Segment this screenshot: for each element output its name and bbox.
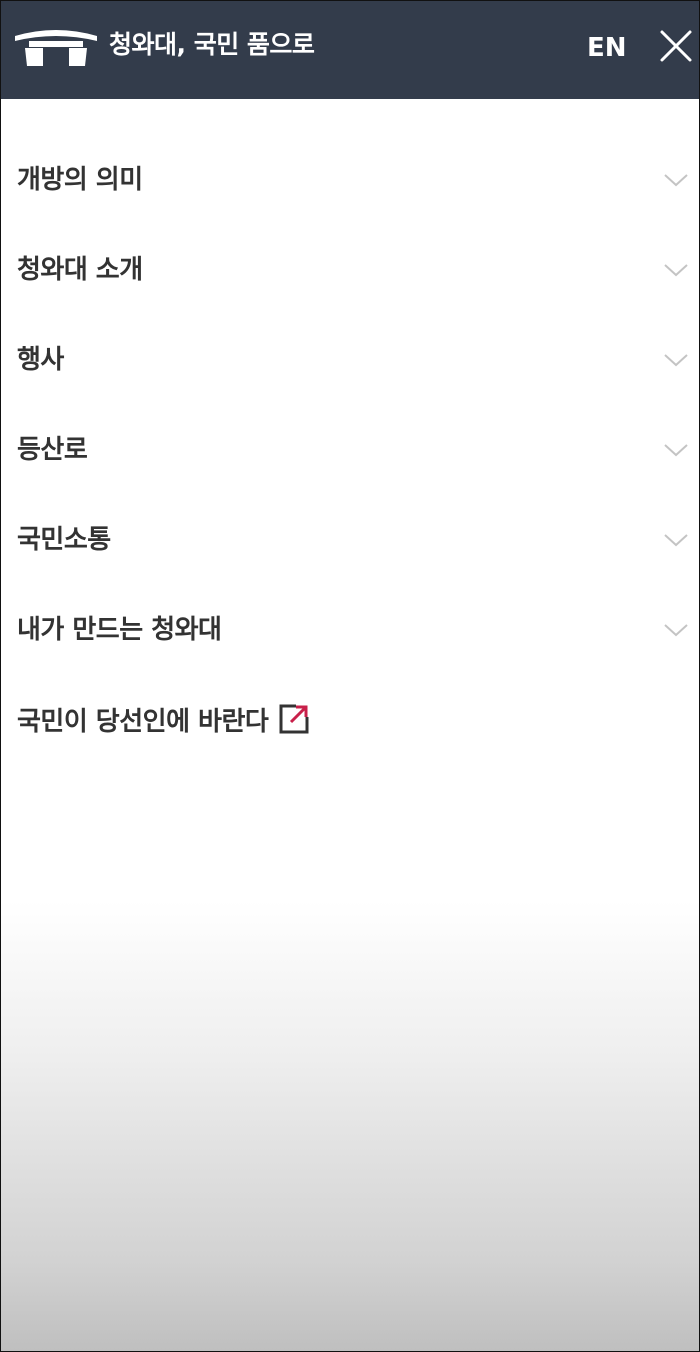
language-toggle-button[interactable]: EN xyxy=(587,32,627,64)
menu-screen: 청와대, 국민 품으로 EN 개방의 의미 청와대 소개 행사 등산로 국민소통… xyxy=(0,0,700,1352)
menu-item-label: 국민소통 xyxy=(17,525,111,555)
menu-item-label-with-icon: 국민이 당선인에 바란다 xyxy=(17,703,310,739)
menu-item-label: 국민이 당선인에 바란다 xyxy=(17,707,269,737)
menu-item-label: 청와대 소개 xyxy=(17,255,143,285)
menu-item-label: 등산로 xyxy=(17,435,88,465)
chevron-down-icon[interactable] xyxy=(663,442,689,458)
menu-item-hiking-trail[interactable]: 등산로 xyxy=(1,407,699,497)
gate-logo-icon[interactable] xyxy=(13,26,99,68)
menu-item-label: 개방의 의미 xyxy=(17,165,143,195)
menu-item-my-cheongwadae[interactable]: 내가 만드는 청와대 xyxy=(1,587,699,677)
external-link-icon[interactable] xyxy=(278,703,310,735)
chevron-down-icon[interactable] xyxy=(663,262,689,278)
menu-item-introduction[interactable]: 청와대 소개 xyxy=(1,227,699,317)
chevron-down-icon[interactable] xyxy=(663,532,689,548)
close-icon[interactable] xyxy=(659,29,693,63)
menu-item-wishes-link[interactable]: 국민이 당선인에 바란다 xyxy=(1,677,699,767)
menu-item-events[interactable]: 행사 xyxy=(1,317,699,407)
menu-item-label: 내가 만드는 청와대 xyxy=(17,615,222,645)
chevron-down-icon[interactable] xyxy=(663,172,689,188)
header-bar: 청와대, 국민 품으로 EN xyxy=(1,1,699,99)
main-menu: 개방의 의미 청와대 소개 행사 등산로 국민소통 내가 만드는 청와대 국민이… xyxy=(1,137,699,767)
chevron-down-icon[interactable] xyxy=(663,352,689,368)
menu-item-label: 행사 xyxy=(17,345,64,375)
site-title: 청와대, 국민 품으로 xyxy=(109,30,315,59)
chevron-down-icon[interactable] xyxy=(663,622,689,638)
menu-item-communication[interactable]: 국민소통 xyxy=(1,497,699,587)
menu-item-meaning[interactable]: 개방의 의미 xyxy=(1,137,699,227)
